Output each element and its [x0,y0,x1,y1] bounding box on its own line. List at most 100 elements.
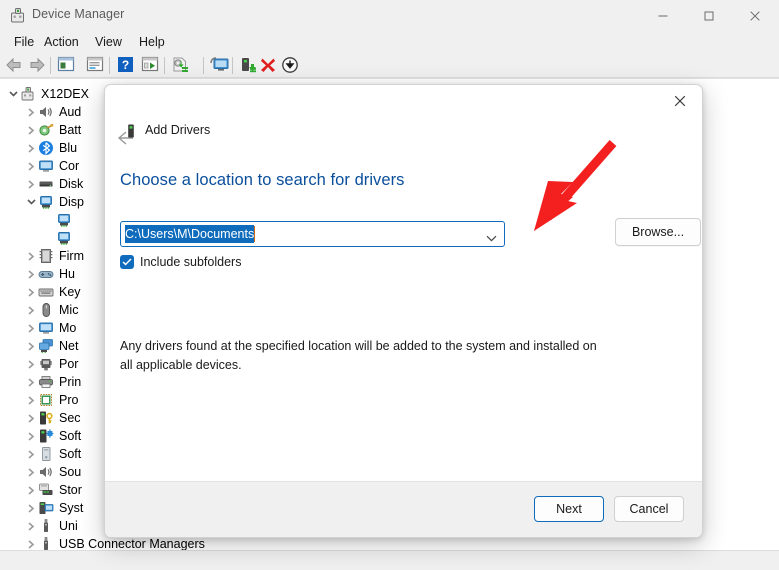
software-component-icon [38,428,54,444]
computer-icon [20,86,36,102]
chevron-right-icon[interactable] [25,265,38,283]
chevron-right-icon[interactable] [25,535,38,551]
tree-item-label: Batt [59,121,81,139]
back-arrow-icon[interactable] [4,56,26,76]
dialog-body-text: Any drivers found at the specified locat… [120,337,605,374]
tree-item-label: Mo [59,319,76,337]
down-arrow-circle-icon[interactable] [281,56,303,76]
status-bar [0,550,779,570]
chevron-down-icon[interactable] [7,85,20,103]
red-x-icon[interactable] [259,56,281,76]
monitor-icon [38,320,54,336]
forward-arrow-icon[interactable] [27,56,49,76]
tree-item-label: Uni [59,517,78,535]
close-button[interactable] [732,0,778,31]
properties-icon[interactable] [86,56,108,76]
chevron-right-icon[interactable] [25,319,38,337]
svg-text:?: ? [122,58,129,72]
network-icon [38,338,54,354]
add-drivers-dialog: Add Drivers Choose a location to search … [104,84,703,538]
tree-item-label: Aud [59,103,81,121]
toolbar-separator [203,57,204,74]
chevron-right-icon[interactable] [25,355,38,373]
chevron-right-icon[interactable] [25,283,38,301]
menu-file[interactable]: File [8,34,40,50]
chevron-right-icon[interactable] [25,463,38,481]
browse-button[interactable]: Browse... [615,218,701,246]
cancel-button[interactable]: Cancel [614,496,684,522]
usb-icon [38,518,54,534]
software-device-icon [38,446,54,462]
chevron-right-icon[interactable] [25,247,38,265]
tree-item-label: Blu [59,139,77,157]
firmware-icon [38,248,54,264]
chevron-right-icon[interactable] [25,103,38,121]
system-device-icon [38,500,54,516]
menu-action[interactable]: Action [38,34,85,50]
chevron-right-icon[interactable] [25,391,38,409]
speaker-icon [38,464,54,480]
dialog-footer: Next Cancel [105,481,702,537]
storage-icon [38,482,54,498]
add-drivers-icon [123,123,139,139]
minimize-button[interactable] [640,0,686,31]
tree-item-label: X12DEX [41,85,89,103]
chevron-right-icon[interactable] [25,409,38,427]
dialog-title: Add Drivers [145,123,210,137]
chevron-right-icon[interactable] [25,517,38,535]
tree-item-label: Pro [59,391,78,409]
include-subfolders-checkbox[interactable]: Include subfolders [120,253,241,271]
usb-icon [38,536,54,551]
maximize-button[interactable] [686,0,732,31]
bluetooth-icon [38,140,54,156]
chevron-down-icon[interactable] [486,229,497,247]
toolbar-separator [164,57,165,74]
tree-pane-icon[interactable] [57,56,79,76]
toolbar-separator [109,57,110,74]
chevron-right-icon[interactable] [25,157,38,175]
chevron-right-icon[interactable] [25,175,38,193]
chevron-right-icon[interactable] [25,445,38,463]
tree-item-label: Key [59,283,81,301]
keyboard-icon [38,284,54,300]
scan-icon[interactable] [141,56,163,76]
text-caret [254,226,255,242]
chevron-right-icon[interactable] [25,373,38,391]
speaker-icon [38,104,54,120]
chevron-right-icon[interactable] [25,499,38,517]
display-adapter-icon [38,194,54,210]
chevron-right-icon[interactable] [25,337,38,355]
menu-bar: File Action View Help [0,31,779,53]
tree-item-label: Disk [59,175,83,193]
menu-view[interactable]: View [89,34,128,50]
gamepad-icon [38,266,54,282]
printer-icon [38,374,54,390]
monitor-icon[interactable] [210,56,232,76]
tree-item-label: Soft [59,445,81,463]
toolbar: ? [0,53,779,78]
chevron-right-icon[interactable] [25,427,38,445]
chevron-right-icon[interactable] [25,301,38,319]
chevron-right-icon[interactable] [25,481,38,499]
add-drivers-icon[interactable] [239,56,261,76]
display-adapter-icon [56,212,72,228]
disk-icon [38,176,54,192]
tree-item-label: Soft [59,427,81,445]
tree-item-label: Disp [59,193,84,211]
window-title: Device Manager [32,7,124,21]
tree-item-label: Prin [59,373,81,391]
dialog-close-button[interactable] [658,85,702,117]
next-button[interactable]: Next [534,496,604,522]
mouse-icon [38,302,54,318]
toolbar-separator [50,57,51,74]
chevron-down-icon[interactable] [25,193,38,211]
display-adapter-icon [56,230,72,246]
checkbox-checked-icon [120,255,134,269]
chevron-right-icon[interactable] [25,139,38,157]
help-question-icon[interactable]: ? [117,56,139,76]
tree-item-label: Firm [59,247,84,265]
menu-help[interactable]: Help [133,34,171,50]
location-input[interactable]: C:\Users\M\Documents [120,221,505,247]
update-driver-icon[interactable] [171,56,193,76]
chevron-right-icon[interactable] [25,121,38,139]
